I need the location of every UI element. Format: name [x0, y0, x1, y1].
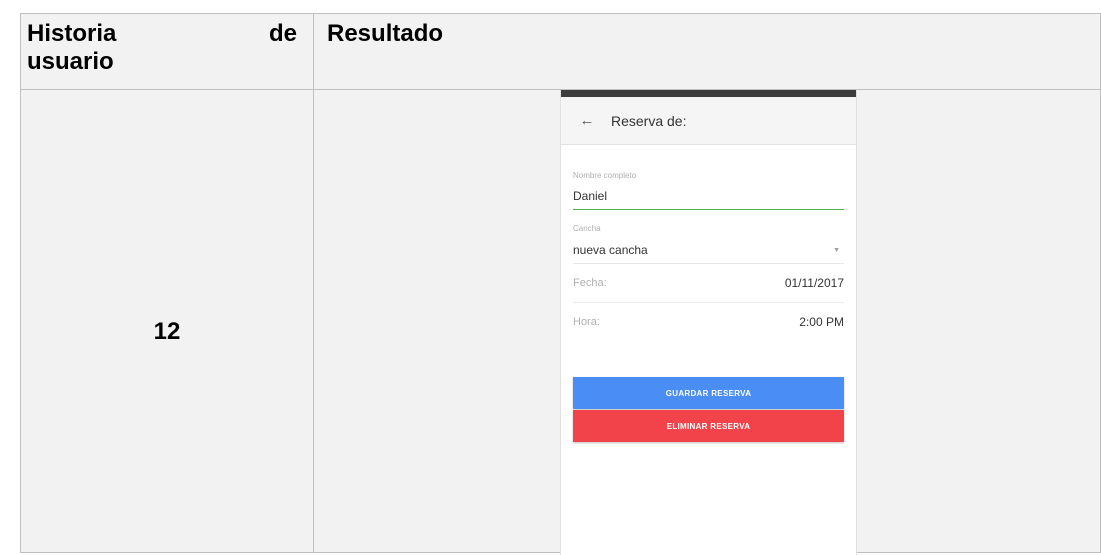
story-number: 12: [153, 318, 181, 345]
time-label: Hora:: [573, 316, 600, 328]
arrow-left-icon[interactable]: ←: [575, 112, 599, 129]
action-buttons: GUARDAR RESERVA ELIMINAR RESERVA: [573, 341, 844, 442]
header-word-historia: Historia: [27, 20, 117, 47]
court-select[interactable]: nueva cancha ▼: [573, 242, 844, 258]
table-header-row: Historia de usuario Resultado: [20, 13, 1101, 90]
table-row: 12 ← Reserva de: Nombre completo Daniel …: [20, 89, 1101, 555]
time-row[interactable]: Hora: 2:00 PM: [573, 303, 844, 341]
header-cell-resultado: Resultado: [313, 13, 1101, 90]
date-label: Fecha:: [573, 277, 607, 289]
caret-down-icon: ▼: [833, 246, 840, 254]
save-reservation-button[interactable]: GUARDAR RESERVA: [573, 377, 844, 409]
app-bar: ← Reserva de:: [561, 97, 856, 145]
court-select-value: nueva cancha: [573, 243, 648, 257]
time-value: 2:00 PM: [799, 315, 844, 329]
date-row[interactable]: Fecha: 01/11/2017: [573, 264, 844, 303]
delete-reservation-button[interactable]: ELIMINAR RESERVA: [573, 410, 844, 442]
result-cell: ← Reserva de: Nombre completo Daniel Can…: [313, 89, 1101, 555]
date-value: 01/11/2017: [784, 276, 844, 290]
story-number-cell: 12: [20, 89, 314, 553]
user-story-table: Historia de usuario Resultado 12 ← Reser…: [20, 13, 1101, 555]
phone-screenshot: ← Reserva de: Nombre completo Daniel Can…: [560, 90, 857, 555]
name-field[interactable]: Daniel: [573, 189, 844, 205]
name-field-label: Nombre completo: [573, 171, 637, 180]
header-word-de: de: [268, 20, 297, 47]
reservation-form: Nombre completo Daniel Cancha nueva canc…: [561, 145, 856, 442]
header-word-usuario: usuario: [27, 48, 114, 75]
header-cell-historia: Historia de usuario: [20, 13, 314, 90]
document-page: Historia de usuario Resultado 12 ← Reser…: [0, 0, 1101, 555]
header-resultado: Resultado: [327, 20, 444, 47]
court-field-label: Cancha: [573, 224, 601, 233]
app-bar-title: Reserva de:: [611, 112, 687, 129]
status-bar: [561, 90, 856, 97]
